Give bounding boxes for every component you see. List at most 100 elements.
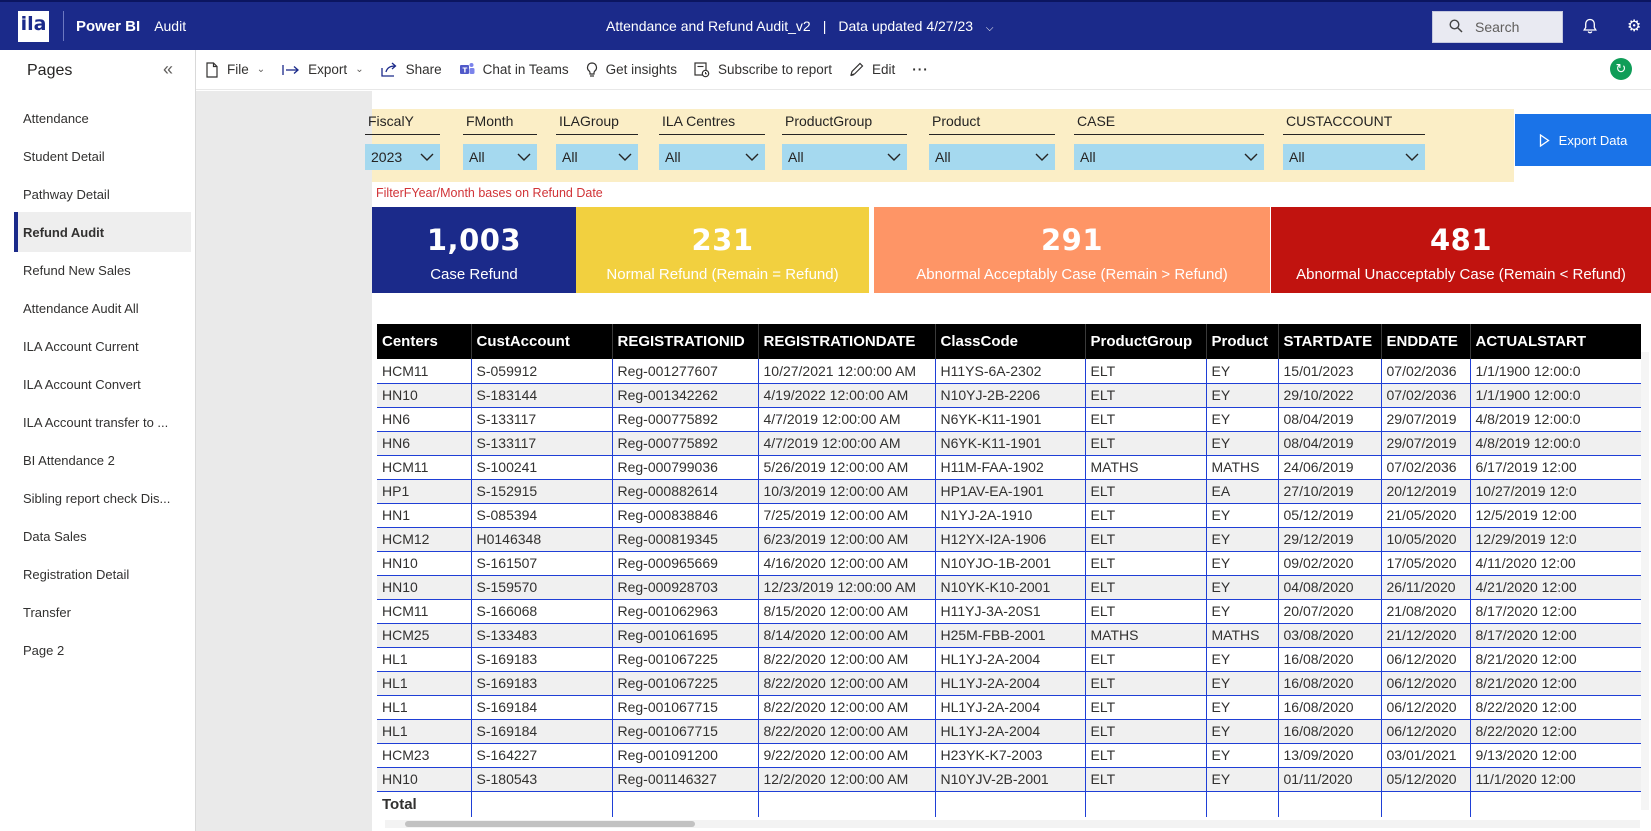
workspace-breadcrumb[interactable]: Audit: [154, 18, 186, 34]
table-cell: S-085394: [471, 503, 613, 528]
export-data-button[interactable]: Export Data: [1515, 114, 1651, 166]
gear-icon[interactable]: ⚙: [1627, 16, 1641, 36]
page-tab-student-detail[interactable]: Student Detail: [14, 136, 191, 176]
table-row[interactable]: HCM11 S-166068 Reg-001062963 8/15/2020 12:0…: [377, 599, 1641, 624]
vertical-scrollbar[interactable]: [1641, 352, 1649, 810]
table-cell: S-166068: [471, 599, 613, 624]
export-menu-button[interactable]: Export ⌄: [282, 62, 364, 77]
page-tab-refund-audit[interactable]: Refund Audit: [14, 212, 191, 252]
refresh-icon[interactable]: ↻: [1610, 58, 1632, 80]
column-header[interactable]: REGISTRATIONDATE: [758, 324, 936, 359]
table-cell: 8/22/2020 12:00:00 AM: [758, 695, 936, 720]
column-header[interactable]: Product: [1206, 324, 1279, 359]
table-row[interactable]: HCM23 S-164227 Reg-001091200 9/22/2020 12:0…: [377, 743, 1641, 768]
bell-icon[interactable]: [1583, 18, 1597, 34]
scroll-thumb[interactable]: [405, 821, 695, 827]
table-row[interactable]: HCM25 S-133483 Reg-001061695 8/14/2020 12:0…: [377, 623, 1641, 648]
table-row[interactable]: HCM12 H0146348 Reg-000819345 6/23/2019 12:0…: [377, 527, 1641, 552]
kpi-card[interactable]: 231 Normal Refund (Remain = Refund): [576, 207, 869, 293]
table-cell: 16/08/2020: [1278, 671, 1382, 696]
slicer-dropdown[interactable]: All: [659, 144, 765, 170]
subscribe-button[interactable]: Subscribe to report: [694, 61, 832, 78]
table-cell: 13/09/2020: [1278, 743, 1382, 768]
table-row[interactable]: HL1 S-169184 Reg-001067715 8/22/2020 12:00:…: [377, 719, 1641, 744]
table-row[interactable]: HCM11 S-100241 Reg-000799036 5/26/2019 12:0…: [377, 455, 1641, 480]
table-row[interactable]: HL1 S-169183 Reg-001067225 8/22/2020 12:00:…: [377, 671, 1641, 696]
logo-divider: [63, 11, 64, 41]
table-row[interactable]: HN1 S-085394 Reg-000838846 7/25/2019 12:00:…: [377, 503, 1641, 528]
page-tab-data-sales[interactable]: Data Sales: [14, 516, 191, 556]
column-header[interactable]: ClassCode: [935, 324, 1086, 359]
column-header[interactable]: ProductGroup: [1085, 324, 1207, 359]
slicer-dropdown[interactable]: All: [556, 144, 638, 170]
table-cell: 24/06/2019: [1278, 455, 1382, 480]
share-button[interactable]: Share: [380, 62, 442, 77]
table-row[interactable]: HN6 S-133117 Reg-000775892 4/7/2019 12:00:0…: [377, 407, 1641, 432]
column-header[interactable]: Centers: [377, 324, 472, 359]
table-cell: H25M-FBB-2001: [935, 623, 1086, 648]
page-tab-attendance-audit-all[interactable]: Attendance Audit All: [14, 288, 191, 328]
report-title-bar[interactable]: Attendance and Refund Audit_v2 | Data upda…: [606, 18, 994, 34]
page-tab-ila-account-convert[interactable]: ILA Account Convert: [14, 364, 191, 404]
table-row[interactable]: HN6 S-133117 Reg-000775892 4/7/2019 12:00:0…: [377, 431, 1641, 456]
table-row[interactable]: HN10 S-159570 Reg-000928703 12/23/2019 12:0…: [377, 575, 1641, 600]
chat-in-teams-button[interactable]: T Chat in Teams: [459, 62, 569, 77]
table-cell: HL1YJ-2A-2004: [935, 671, 1086, 696]
refund-audit-table[interactable]: Centers CustAccount REGISTRATIONID REGISTRA…: [377, 324, 1641, 820]
search-box[interactable]: Search: [1432, 11, 1563, 43]
kpi-card[interactable]: 291 Abnormal Acceptably Case (Remain > Re…: [874, 207, 1270, 293]
more-options-button[interactable]: ···: [912, 62, 929, 77]
table-cell: S-169183: [471, 671, 613, 696]
column-header[interactable]: CustAccount: [471, 324, 613, 359]
chevron-down-icon[interactable]: ⌵: [986, 23, 994, 34]
page-tab-ila-account-transfer-to[interactable]: ILA Account transfer to ...: [14, 402, 191, 442]
table-cell: ELT: [1085, 431, 1207, 456]
page-tab-refund-new-sales[interactable]: Refund New Sales: [14, 250, 191, 290]
table-row[interactable]: HP1 S-152915 Reg-000882614 10/3/2019 12:00:…: [377, 479, 1641, 504]
table-cell: EY: [1206, 599, 1279, 624]
ila-logo[interactable]: ila: [18, 10, 49, 42]
table-row[interactable]: HN10 S-180543 Reg-001146327 12/2/2020 12:00…: [377, 767, 1641, 792]
slicer-value: All: [562, 149, 578, 165]
collapse-pane-icon[interactable]: «: [163, 59, 173, 80]
column-header[interactable]: STARTDATE: [1278, 324, 1382, 359]
column-header[interactable]: ACTUALSTART: [1470, 324, 1641, 359]
slicer-dropdown[interactable]: All: [1074, 144, 1264, 170]
table-cell: HL1: [377, 671, 472, 696]
table-cell: 17/05/2020: [1381, 551, 1471, 576]
table-cell: 8/22/2020 12:00: [1470, 695, 1641, 720]
file-label: File: [227, 62, 249, 77]
table-row[interactable]: HL1 S-169183 Reg-001067225 8/22/2020 12:00:…: [377, 647, 1641, 672]
page-tab-registration-detail[interactable]: Registration Detail: [14, 554, 191, 594]
power-bi-home-link[interactable]: Power BI: [76, 18, 140, 35]
page-tab-page-2[interactable]: Page 2: [14, 630, 191, 670]
column-header[interactable]: REGISTRATIONID: [612, 324, 759, 359]
table-cell: N6YK-K11-1901: [935, 431, 1086, 456]
table-cell: 5/26/2019 12:00:00 AM: [758, 455, 936, 480]
page-tab-pathway-detail[interactable]: Pathway Detail: [14, 174, 191, 214]
page-tab-ila-account-current[interactable]: ILA Account Current: [14, 326, 191, 366]
slicer-dropdown[interactable]: All: [463, 144, 537, 170]
slicer-dropdown[interactable]: 2023: [365, 144, 440, 170]
table-row[interactable]: HN10 S-183144 Reg-001342262 4/19/2022 12:00…: [377, 383, 1641, 408]
file-menu-button[interactable]: File ⌄: [205, 61, 265, 78]
table-row[interactable]: HN10 S-161507 Reg-000965669 4/16/2020 12:00…: [377, 551, 1641, 576]
table-cell: HN6: [377, 407, 472, 432]
slicer-dropdown[interactable]: All: [929, 144, 1055, 170]
kpi-card[interactable]: 481 Abnormal Unacceptably Case (Remain < …: [1271, 207, 1651, 293]
page-tab-sibling-report-check-dis[interactable]: Sibling report check Dis...: [14, 478, 191, 518]
table-cell: 05/12/2019: [1278, 503, 1382, 528]
slicer-dropdown[interactable]: All: [782, 144, 907, 170]
horizontal-scrollbar[interactable]: [385, 820, 1640, 828]
kpi-card[interactable]: 1,003 Case Refund: [372, 207, 576, 293]
table-row[interactable]: HL1 S-169184 Reg-001067715 8/22/2020 12:00:…: [377, 695, 1641, 720]
get-insights-button[interactable]: Get insights: [586, 61, 677, 78]
slicer-dropdown[interactable]: All: [1283, 144, 1425, 170]
table-cell: 06/12/2020: [1381, 671, 1471, 696]
edit-button[interactable]: Edit: [849, 62, 895, 77]
table-row[interactable]: HCM11 S-059912 Reg-001277607 10/27/2021 12:…: [377, 359, 1641, 384]
page-tab-bi-attendance-2[interactable]: BI Attendance 2: [14, 440, 191, 480]
page-tab-transfer[interactable]: Transfer: [14, 592, 191, 632]
page-tab-attendance[interactable]: Attendance: [14, 98, 191, 138]
column-header[interactable]: ENDDATE: [1381, 324, 1471, 359]
